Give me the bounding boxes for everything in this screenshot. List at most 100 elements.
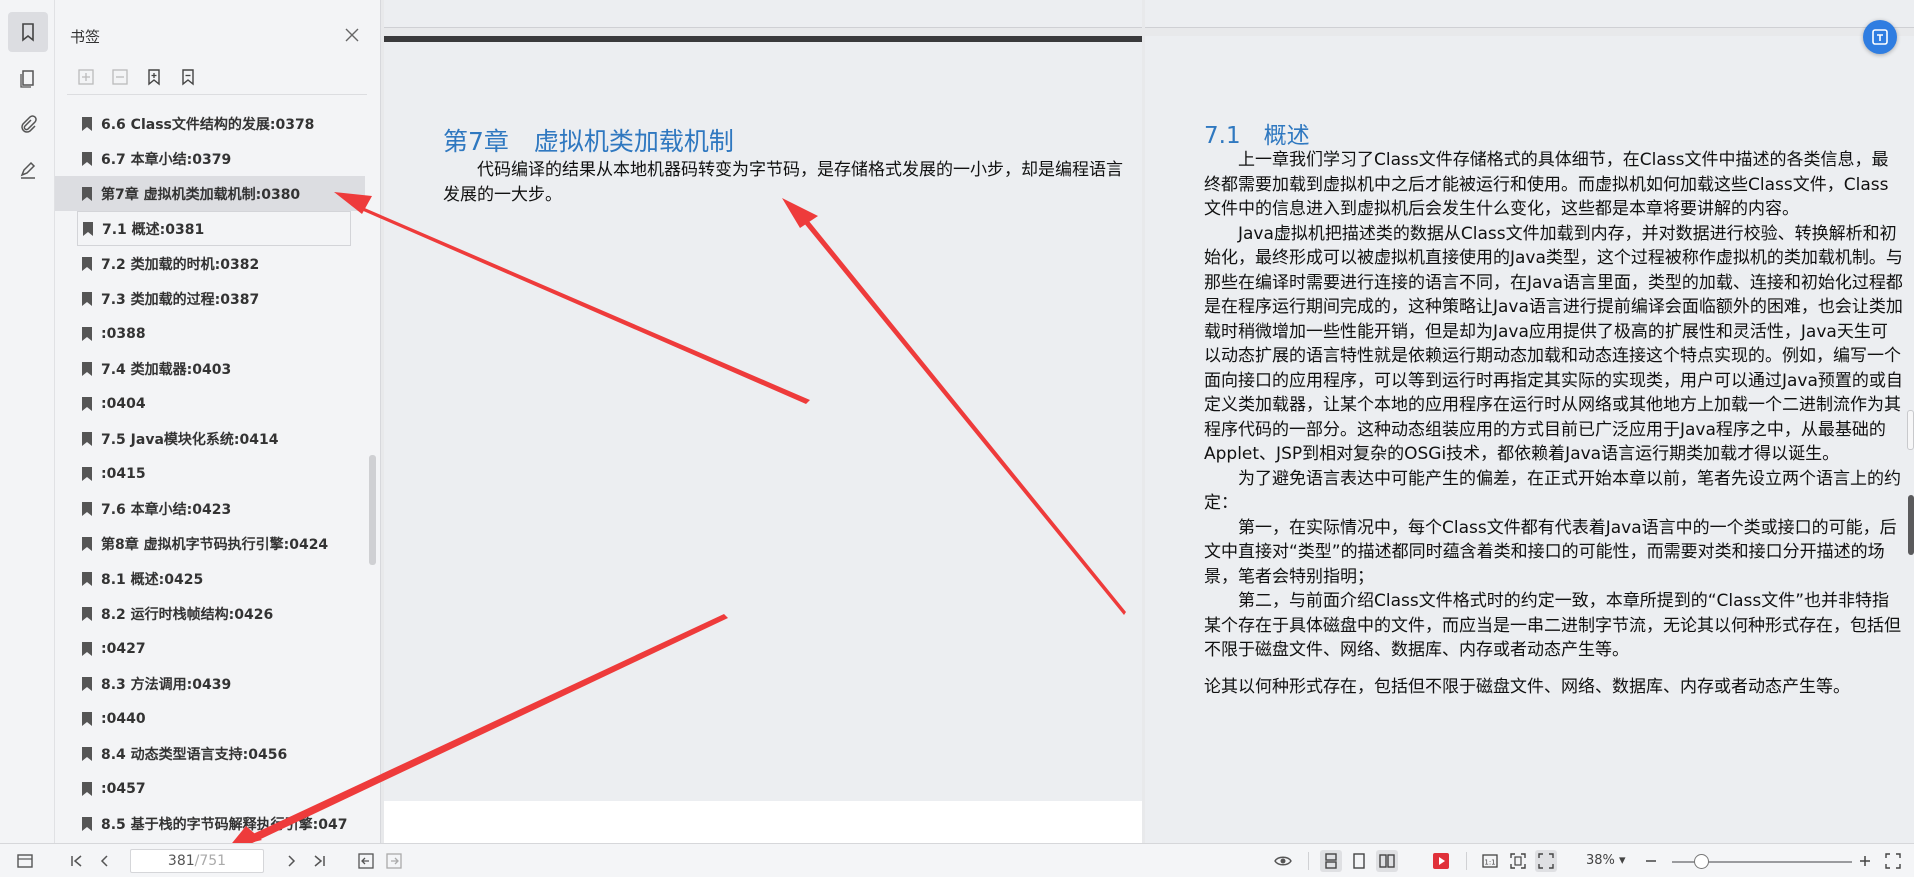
zoom-level-dropdown[interactable]: 38% ▾: [1586, 853, 1626, 868]
body-paragraph-next-page: 论其以何种形式存在，包括但不限于磁盘文件、网络、数据库、内存或者动态产生等。: [1204, 676, 1850, 697]
chevron-right-icon: [288, 855, 296, 867]
section-body: 上一章我们学习了Class文件存储格式的具体细节，在Class文件中描述的各类信…: [1204, 148, 1904, 699]
bookmark-item-label: 7.1 概述:0381: [102, 221, 205, 238]
bookmark-icon: [82, 326, 92, 341]
close-bookmark-panel-button[interactable]: [341, 24, 363, 46]
previous-page-button[interactable]: [94, 850, 116, 872]
bookmark-item-hovered[interactable]: 7.1 概述:0381: [77, 211, 351, 246]
page-number-input[interactable]: 381/751: [130, 849, 264, 873]
bookmark-item-label: 8.4 动态类型语言支持:0456: [101, 746, 288, 763]
close-icon: [345, 28, 359, 42]
bookmark-icon: [82, 781, 92, 796]
bookmark-item[interactable]: :0427: [55, 631, 365, 666]
bookmark-icon: [82, 186, 92, 201]
bookmark-icon: [82, 361, 92, 376]
remove-bookmark-button[interactable]: [177, 66, 199, 88]
bookmark-item[interactable]: 8.1 概述:0425: [55, 561, 365, 596]
signature-panel-button[interactable]: [8, 150, 48, 190]
add-bookmark-button[interactable]: [143, 66, 165, 88]
next-page-button[interactable]: [280, 850, 302, 872]
fullscreen-button[interactable]: [1882, 850, 1904, 872]
bookmark-icon: [82, 431, 92, 446]
bookmark-scrollbar[interactable]: [369, 455, 376, 565]
bookmark-item-label: 7.4 类加载器:0403: [101, 361, 232, 378]
minus-icon: [1646, 860, 1656, 862]
section-title: 7.1 概述: [1204, 123, 1310, 149]
bookmark-item[interactable]: 7.2 类加载的时机:0382: [55, 246, 365, 281]
bookmark-item[interactable]: 8.4 动态类型语言支持:0456: [55, 736, 365, 771]
actual-size-icon: 1:1: [1482, 854, 1498, 868]
bookmark-item[interactable]: :0440: [55, 701, 365, 736]
bookmark-icon: [82, 536, 92, 551]
status-divider: [1466, 852, 1467, 870]
bookmark-item[interactable]: 第8章 虚拟机字节码执行引擎:0424: [55, 526, 365, 561]
back-view-button[interactable]: [355, 850, 377, 872]
bookmark-item[interactable]: 6.6 Class文件结构的发展:0378: [55, 106, 365, 141]
bookmark-item[interactable]: 7.3 类加载的过程:0387: [55, 281, 365, 316]
expand-all-button[interactable]: [75, 66, 97, 88]
zoom-in-button[interactable]: [1854, 850, 1876, 872]
bookmark-icon: [83, 221, 93, 236]
bookmark-panel-button[interactable]: [8, 12, 48, 52]
bookmark-add-icon: [148, 69, 160, 86]
document-scrollbar-indicator[interactable]: [1908, 495, 1914, 555]
bookmark-icon: [82, 571, 92, 586]
page-left-bottom-area: [384, 801, 1142, 843]
bookmark-icon: [82, 151, 92, 166]
fullscreen-icon: [1885, 853, 1901, 869]
bookmark-item-label: 8.3 方法调用:0439: [101, 676, 232, 693]
bookmark-remove-icon: [182, 69, 194, 86]
bookmark-item[interactable]: :0415: [55, 456, 365, 491]
eye-care-mode-button[interactable]: [1272, 850, 1294, 872]
zoom-out-button[interactable]: [1640, 850, 1662, 872]
bookmark-item[interactable]: 8.2 运行时栈帧结构:0426: [55, 596, 365, 631]
bookmark-item[interactable]: :0404: [55, 386, 365, 421]
collapse-all-button[interactable]: [109, 66, 131, 88]
bookmark-icon: [82, 816, 92, 831]
bookmark-icon: [82, 676, 92, 691]
first-page-button[interactable]: [66, 850, 88, 872]
bookmark-item-label: :0404: [101, 395, 146, 412]
plus-icon: [1860, 856, 1870, 866]
first-page-icon: [71, 855, 82, 867]
fit-page-icon: [1510, 853, 1526, 869]
floating-assistant-button[interactable]: [1863, 20, 1897, 54]
fit-width-button[interactable]: [1535, 850, 1557, 872]
document-scrollbar-thumb[interactable]: [1907, 410, 1914, 450]
document-viewport[interactable]: 第7章 虚拟机类加载机制 代码编译的结果从本地机器码转变为字节码，是存储格式发展…: [381, 0, 1914, 843]
bookmark-item[interactable]: :0388: [55, 316, 365, 351]
zoom-slider-handle[interactable]: [1694, 854, 1709, 869]
bookmark-item[interactable]: 7.6 本章小结:0423: [55, 491, 365, 526]
bookmark-item[interactable]: 6.7 本章小结:0379: [55, 141, 365, 176]
attachment-panel-button[interactable]: [8, 104, 48, 144]
bookmark-item[interactable]: 7.5 Java模块化系统:0414: [55, 421, 365, 456]
previous-page-edge-right: [1145, 0, 1914, 28]
continuous-view-button[interactable]: [1320, 850, 1342, 872]
last-page-button[interactable]: [308, 850, 330, 872]
bookmark-item[interactable]: 7.4 类加载器:0403: [55, 351, 365, 386]
two-page-view-button[interactable]: [1376, 850, 1398, 872]
bookmark-item-label: 7.2 类加载的时机:0382: [101, 256, 260, 273]
bookmark-item-label: :0415: [101, 465, 146, 482]
single-page-view-button[interactable]: [1348, 850, 1370, 872]
eye-icon: [1274, 856, 1292, 866]
bookmark-item-label: :0440: [101, 710, 146, 727]
total-pages: /751: [194, 853, 227, 869]
thumbnail-panel-button[interactable]: [8, 58, 48, 98]
bookmark-item-label: 6.6 Class文件结构的发展:0378: [101, 116, 315, 133]
actual-size-button[interactable]: 1:1: [1479, 850, 1501, 872]
fit-page-button[interactable]: [1507, 850, 1529, 872]
body-paragraph: Java虚拟机把描述类的数据从Class文件加载到内存，并对数据进行校验、转换解…: [1204, 223, 1903, 465]
forward-view-button[interactable]: [383, 850, 405, 872]
bookmark-item[interactable]: :0457: [55, 771, 365, 806]
sidebar-toggle-button[interactable]: [14, 850, 36, 872]
bookmark-icon: [82, 291, 92, 306]
bookmark-item[interactable]: 8.3 方法调用:0439: [55, 666, 365, 701]
play-slideshow-button[interactable]: [1430, 850, 1452, 872]
bookmark-item-label: 第7章 虚拟机类加载机制:0380: [101, 186, 301, 203]
bookmark-item-label: 8.5 基于栈的字节码解释执行引擎:047: [101, 816, 348, 833]
bookmark-item[interactable]: 8.5 基于栈的字节码解释执行引擎:047: [55, 806, 365, 841]
bookmark-item-selected[interactable]: 第7章 虚拟机类加载机制:0380: [55, 176, 365, 211]
left-icon-rail: [0, 0, 55, 843]
svg-text:1:1: 1:1: [1484, 859, 1495, 867]
